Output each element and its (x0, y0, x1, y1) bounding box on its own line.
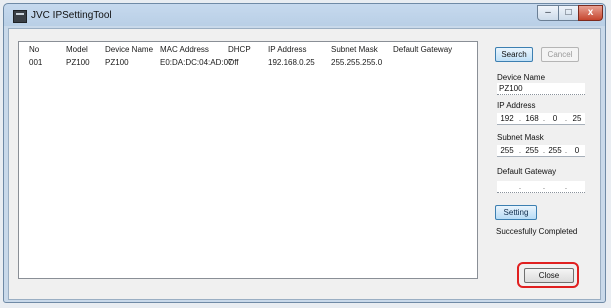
column-header-no[interactable]: No (29, 45, 39, 54)
column-header-ip-address[interactable]: IP Address (268, 45, 307, 54)
column-header-dhcp[interactable]: DHCP (228, 45, 251, 54)
ip-separator: . (564, 146, 568, 155)
cell-model: PZ100 (66, 58, 90, 67)
cell-no: 001 (29, 58, 43, 67)
subnet-mask-label: Subnet Mask (497, 133, 544, 142)
ip-separator: . (518, 182, 522, 191)
cell-mac-address: E0:DA:DC:04:AD:07 (160, 58, 233, 67)
ip-address-field[interactable]: 192 . 168 . 0 . 25 (497, 113, 585, 125)
column-header-mac-address[interactable]: MAC Address (160, 45, 209, 54)
column-header-model[interactable]: Model (66, 45, 88, 54)
ip-separator: . (542, 146, 546, 155)
ip-separator: . (564, 182, 568, 191)
close-button[interactable]: Close (524, 268, 574, 283)
subnet-octet-4[interactable]: 0 (569, 145, 585, 156)
column-header-subnet-mask[interactable]: Subnet Mask (331, 45, 378, 54)
status-message: Succesfully Completed (496, 227, 578, 236)
app-icon (13, 10, 27, 23)
table-row[interactable]: 001 PZ100 PZ100 E0:DA:DC:04:AD:07 Off 19… (19, 57, 477, 69)
subnet-octet-2[interactable]: 255 (524, 145, 540, 156)
default-gateway-label: Default Gateway (497, 167, 557, 176)
window-title: JVC IPSettingTool (31, 10, 112, 21)
settings-panel: Search Cancel Device Name PZ100 IP Addre… (487, 29, 597, 299)
ip-octet-4[interactable]: 25 (569, 113, 585, 124)
subnet-octet-3[interactable]: 255 (547, 145, 563, 156)
title-bar: JVC IPSettingTool – □ x (4, 4, 605, 28)
ip-separator: . (518, 146, 522, 155)
maximize-button[interactable]: □ (558, 5, 579, 21)
ip-separator: . (518, 114, 522, 123)
cell-device-name: PZ100 (105, 58, 129, 67)
app-window: JVC IPSettingTool – □ x No Model Device … (3, 3, 606, 303)
cell-dhcp: Off (228, 58, 239, 67)
list-header: No Model Device Name MAC Address DHCP IP… (19, 44, 477, 56)
search-button[interactable]: Search (495, 47, 533, 62)
client-area: No Model Device Name MAC Address DHCP IP… (8, 28, 601, 300)
device-list[interactable]: No Model Device Name MAC Address DHCP IP… (18, 41, 478, 279)
ip-separator: . (542, 114, 546, 123)
subnet-mask-field[interactable]: 255 . 255 . 255 . 0 (497, 145, 585, 157)
ip-octet-2[interactable]: 168 (524, 113, 540, 124)
window-close-button[interactable]: x (578, 5, 603, 21)
setting-button[interactable]: Setting (495, 205, 537, 220)
cancel-button[interactable]: Cancel (541, 47, 579, 62)
cell-ip-address: 192.168.0.25 (268, 58, 315, 67)
column-header-device-name[interactable]: Device Name (105, 45, 153, 54)
column-header-default-gateway[interactable]: Default Gateway (393, 45, 452, 54)
default-gateway-field[interactable]: . . . (497, 181, 585, 193)
minimize-button[interactable]: – (537, 5, 559, 21)
device-name-label: Device Name (497, 73, 546, 82)
device-name-field[interactable]: PZ100 (497, 83, 585, 95)
ip-separator: . (542, 182, 546, 191)
ip-octet-3[interactable]: 0 (547, 113, 563, 124)
cell-subnet-mask: 255.255.255.0 (331, 58, 383, 67)
ip-address-label: IP Address (497, 101, 536, 110)
subnet-octet-1[interactable]: 255 (499, 145, 515, 156)
ip-octet-1[interactable]: 192 (499, 113, 515, 124)
ip-separator: . (564, 114, 568, 123)
